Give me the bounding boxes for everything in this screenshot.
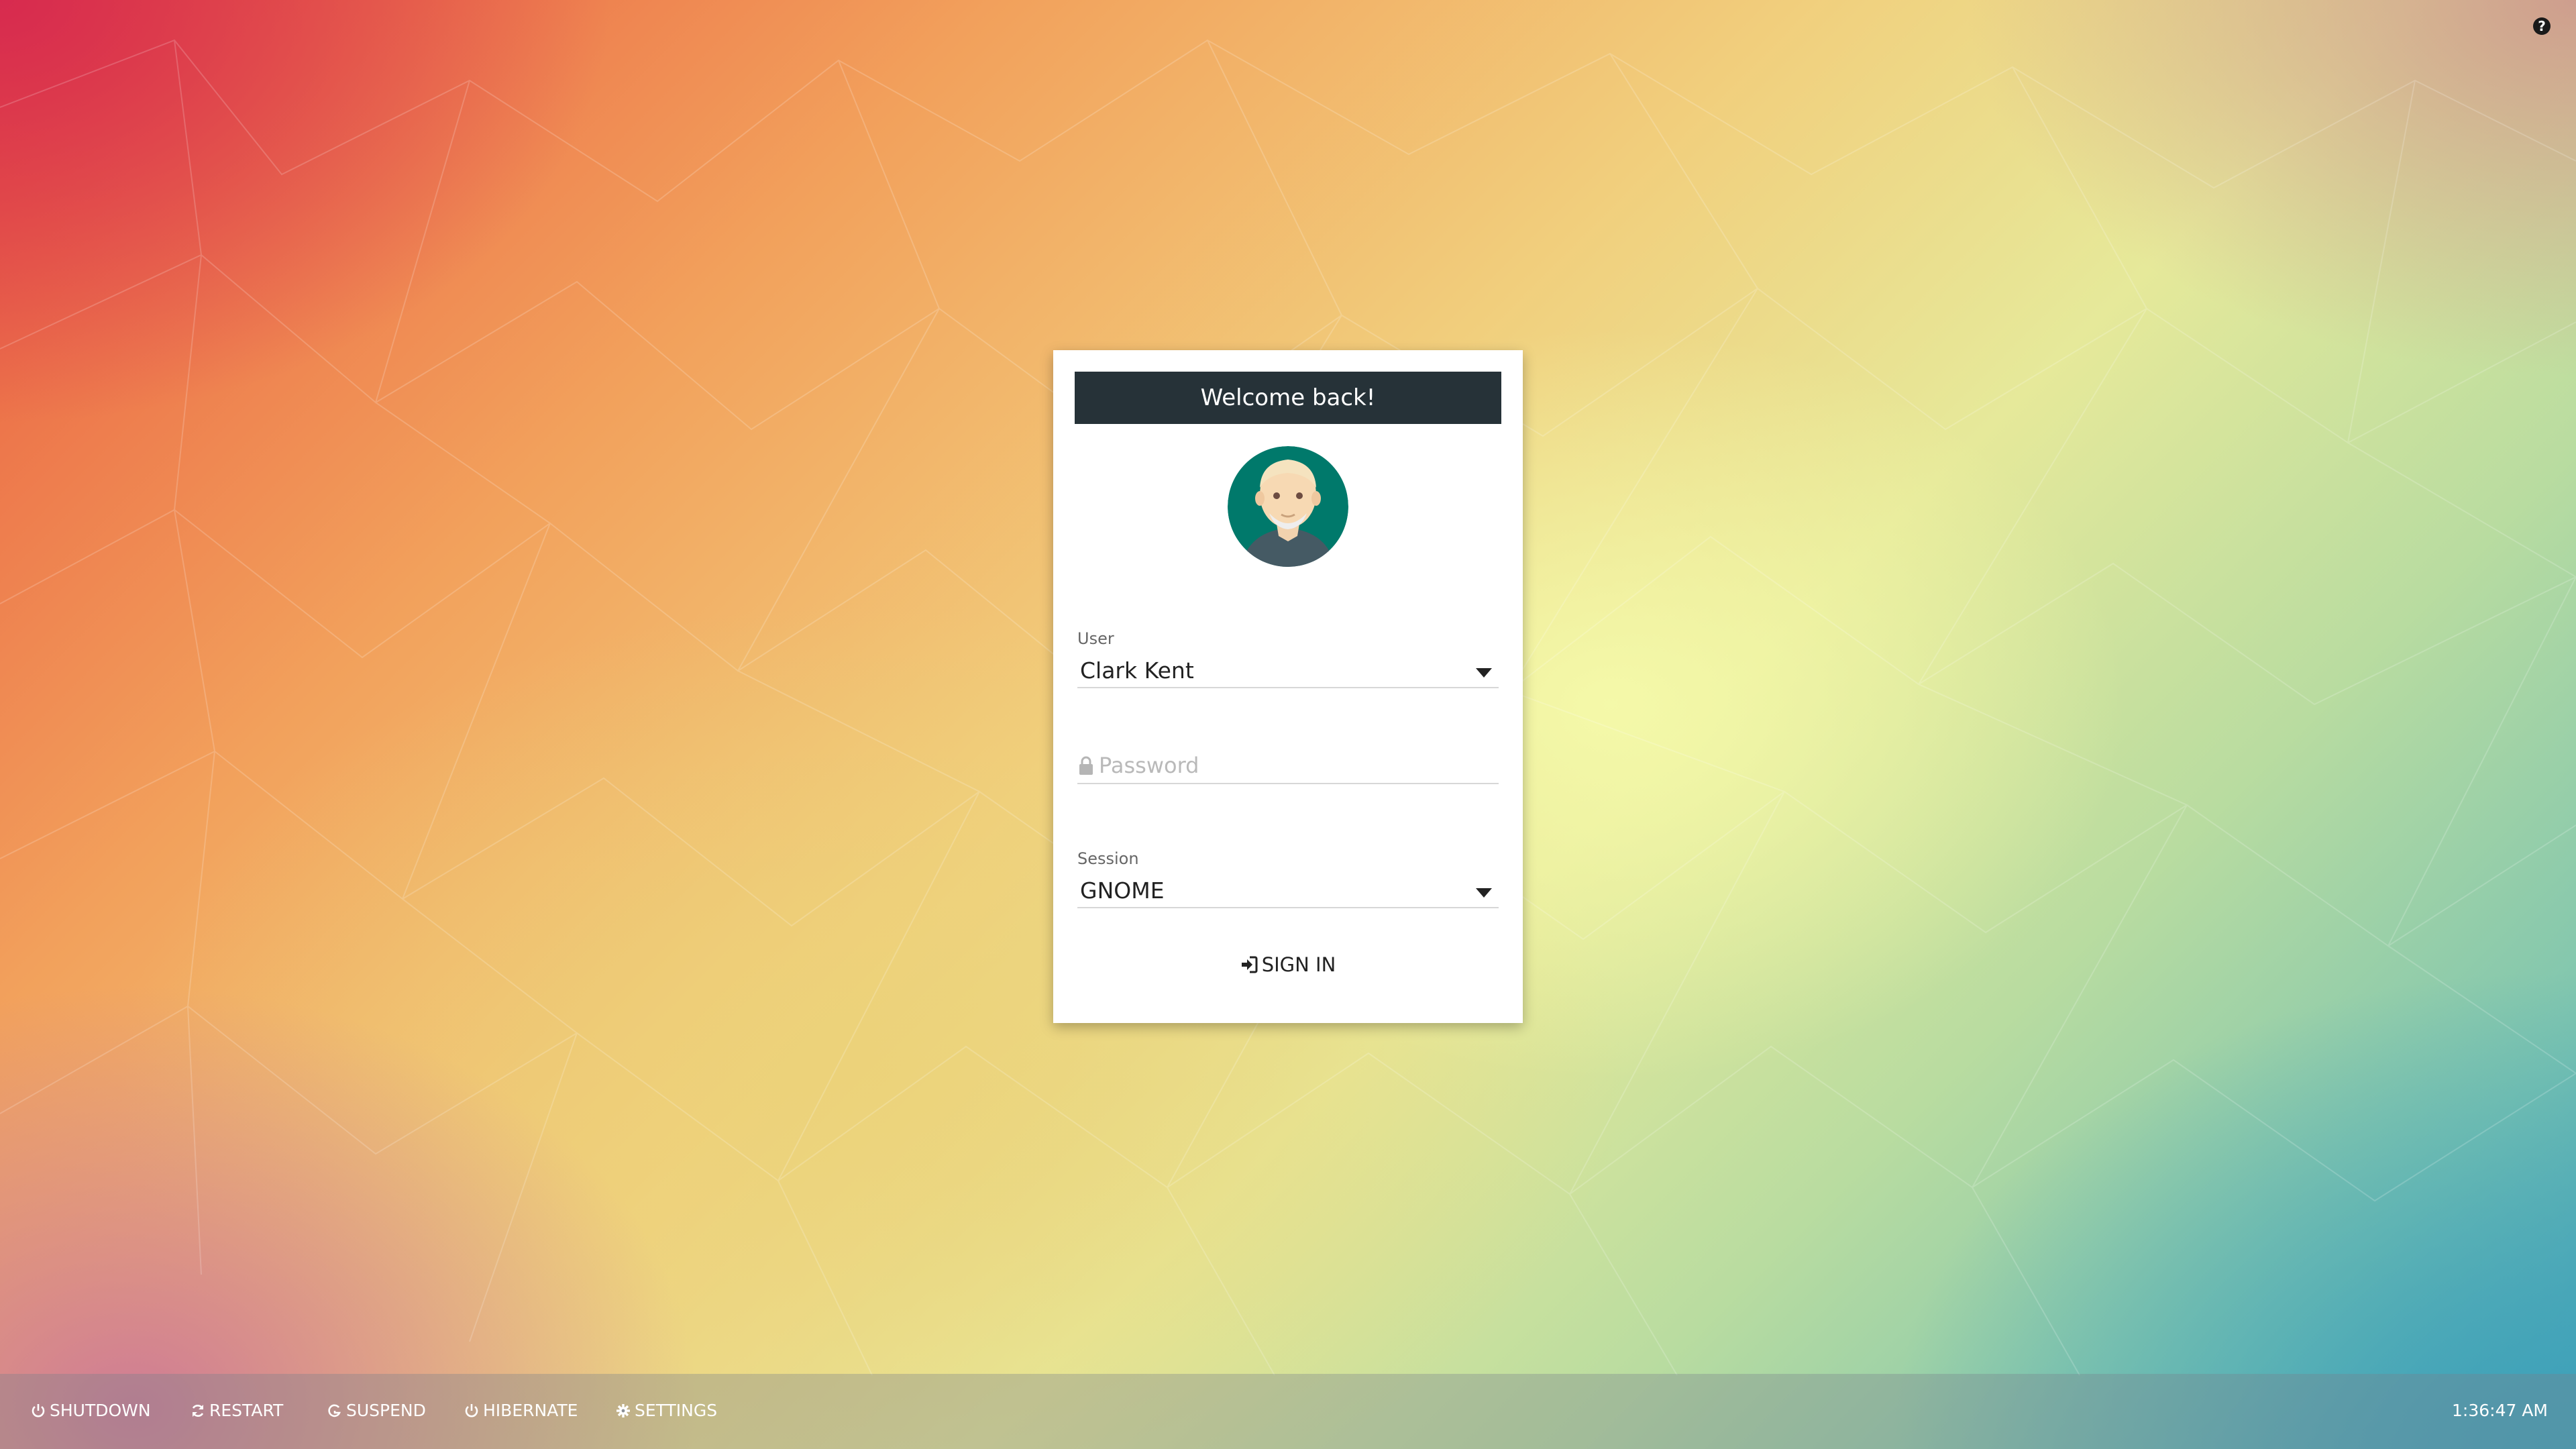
session-select-value: GNOME xyxy=(1080,877,1165,904)
hibernate-button[interactable]: HIBERNATE xyxy=(464,1394,578,1428)
chevron-down-icon xyxy=(1476,888,1492,898)
sign-in-button[interactable]: SIGN IN xyxy=(1221,945,1355,984)
clock: 1:36:47 AM xyxy=(2452,1401,2548,1420)
settings-button[interactable]: SETTINGS xyxy=(616,1394,717,1428)
refresh-icon xyxy=(192,1405,204,1417)
bottom-taskbar: SHUTDOWN RESTART SUSPEND HIBERNATE SETTI… xyxy=(0,1374,2576,1449)
gear-icon xyxy=(616,1404,630,1417)
login-card: Welcome back! User Clark Kent Session GN… xyxy=(1053,350,1523,1023)
suspend-label: SUSPEND xyxy=(346,1401,426,1420)
shutdown-label: SHUTDOWN xyxy=(50,1401,151,1420)
sign-in-label: SIGN IN xyxy=(1261,953,1336,976)
restart-button[interactable]: RESTART xyxy=(191,1394,283,1428)
power-icon xyxy=(32,1404,45,1417)
user-select-value: Clark Kent xyxy=(1080,657,1194,684)
sign-in-icon xyxy=(1241,956,1258,973)
session-label: Session xyxy=(1077,849,1139,868)
password-input[interactable] xyxy=(1099,751,1495,780)
restart-label: RESTART xyxy=(209,1401,284,1420)
user-select[interactable]: Clark Kent xyxy=(1077,656,1499,688)
settings-label: SETTINGS xyxy=(635,1401,718,1420)
user-label: User xyxy=(1077,629,1114,648)
power-icon xyxy=(465,1404,478,1417)
welcome-header: Welcome back! xyxy=(1075,372,1501,424)
chevron-down-icon xyxy=(1476,668,1492,678)
session-select[interactable]: GNOME xyxy=(1077,876,1499,908)
desktop-background: ? Welcome back! User Clark Kent Session … xyxy=(0,0,2576,1449)
user-avatar-icon xyxy=(1228,446,1348,567)
password-field-container xyxy=(1077,749,1499,784)
help-icon[interactable]: ? xyxy=(2533,17,2551,35)
hibernate-label: HIBERNATE xyxy=(483,1401,578,1420)
suspend-icon xyxy=(328,1404,341,1417)
shutdown-button[interactable]: SHUTDOWN xyxy=(31,1394,151,1428)
lock-icon xyxy=(1079,756,1093,775)
suspend-button[interactable]: SUSPEND xyxy=(327,1394,426,1428)
